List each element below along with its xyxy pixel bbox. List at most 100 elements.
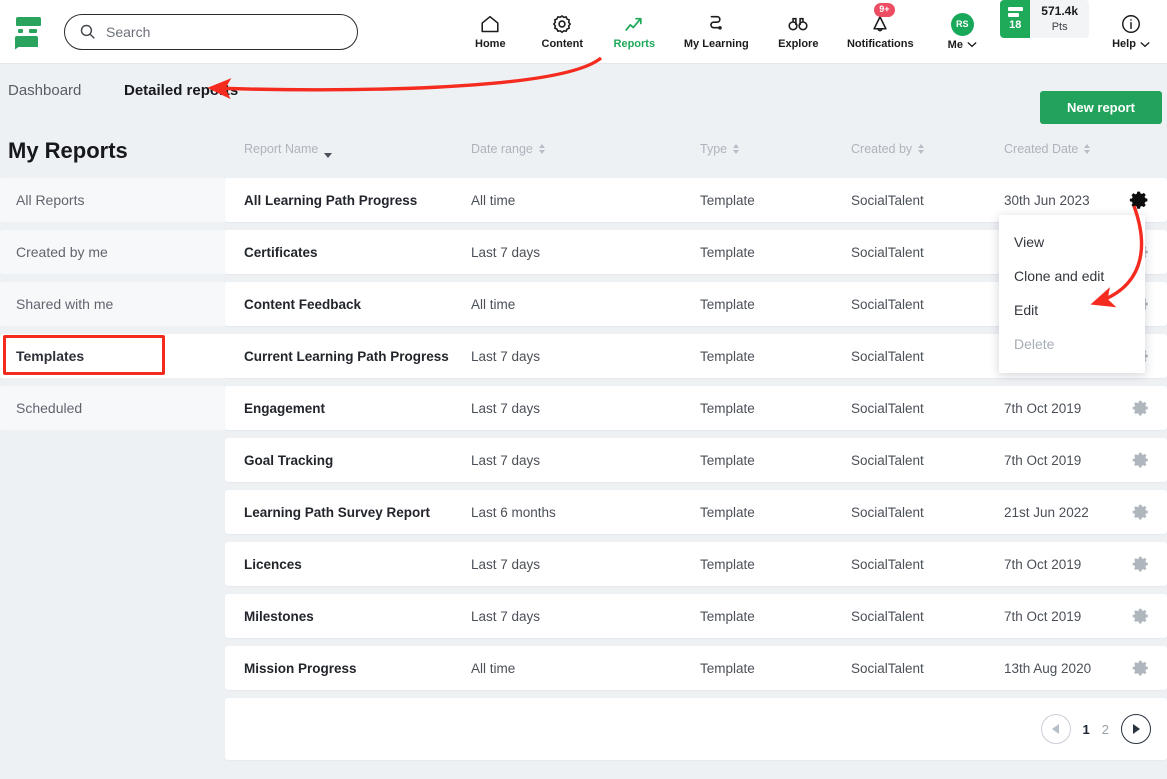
gear-icon[interactable] xyxy=(1129,190,1150,211)
menu-item-clone-and-edit[interactable]: Clone and edit xyxy=(999,259,1145,293)
pagination-prev-button[interactable] xyxy=(1040,714,1071,744)
points-widget[interactable]: 18 571.4k Pts xyxy=(1000,0,1089,38)
column-header-created-date[interactable]: Created Date xyxy=(1004,142,1091,156)
cell-created-by: SocialTalent xyxy=(851,608,924,624)
sidebar-item-templates[interactable]: Templates xyxy=(0,334,228,378)
cell-type: Template xyxy=(700,660,755,676)
row-actions-button[interactable] xyxy=(1132,503,1150,521)
page-title: My Reports xyxy=(8,138,128,163)
gear-icon[interactable] xyxy=(1132,555,1150,573)
nav-label-help: Help xyxy=(1112,38,1136,50)
table-row[interactable]: Licences Last 7 days Template SocialTalent 7… xyxy=(225,542,1167,586)
table-row[interactable]: Milestones Last 7 days Template SocialTalen… xyxy=(225,594,1167,638)
search-box[interactable] xyxy=(64,13,358,50)
table-row[interactable]: Mission Progress All time Template SocialTa… xyxy=(225,646,1167,690)
sidebar-item-created-by-me[interactable]: Created by me xyxy=(0,230,228,274)
nav-item-home[interactable]: Home xyxy=(454,0,526,64)
cell-type: Template xyxy=(700,192,755,208)
app-header: Home Content Reports My Learning xyxy=(0,0,1167,64)
row-actions-button[interactable] xyxy=(1132,555,1150,573)
cell-date-range: Last 7 days xyxy=(471,556,541,572)
level-icon xyxy=(1007,6,1023,19)
pagination-next-button[interactable] xyxy=(1121,714,1151,744)
menu-item-view[interactable]: View xyxy=(999,225,1145,259)
column-header-created-by[interactable]: Created by xyxy=(851,142,925,156)
new-report-button[interactable]: New report xyxy=(1040,91,1162,124)
gear-icon[interactable] xyxy=(1132,607,1150,625)
row-actions-button[interactable] xyxy=(1132,607,1150,625)
level-badge: 18 xyxy=(1000,0,1031,38)
sidebar-item-label: Templates xyxy=(16,348,85,364)
sidebar-item-label: Created by me xyxy=(16,244,108,260)
cell-report-name: Licences xyxy=(244,556,302,572)
cell-created-by: SocialTalent xyxy=(851,244,924,260)
row-actions-button[interactable] xyxy=(1132,451,1150,469)
row-actions-button[interactable] xyxy=(1129,190,1150,211)
row-actions-button[interactable] xyxy=(1132,399,1150,417)
pagination-page-1[interactable]: 1 xyxy=(1083,722,1090,737)
nav-item-help[interactable]: Help xyxy=(1095,0,1167,64)
cell-date-range: Last 7 days xyxy=(471,400,541,416)
menu-item-edit[interactable]: Edit xyxy=(999,293,1145,327)
row-actions-button[interactable] xyxy=(1132,659,1150,677)
cell-report-name: Current Learning Path Progress xyxy=(244,348,449,364)
sidebar-item-scheduled[interactable]: Scheduled xyxy=(0,386,228,430)
cell-created-by: SocialTalent xyxy=(851,556,924,572)
nav-item-content[interactable]: Content xyxy=(526,0,598,64)
column-header-report-name[interactable]: Report Name xyxy=(244,142,333,158)
cell-type: Template xyxy=(700,400,755,416)
table-row[interactable]: Learning Path Survey Report Last 6 months… xyxy=(225,490,1167,534)
cell-type: Template xyxy=(700,504,755,520)
nav-item-notifications[interactable]: 9+ Notifications xyxy=(834,0,926,64)
points-value: 571.4k xyxy=(1041,4,1078,18)
subnav: Dashboard Detailed reports xyxy=(0,64,1167,128)
gear-icon[interactable] xyxy=(1132,503,1150,521)
nav-item-my-learning[interactable]: My Learning xyxy=(670,0,762,64)
cell-date-range: Last 7 days xyxy=(471,608,541,624)
nav-label-content: Content xyxy=(541,38,584,50)
cell-created-date: 7th Oct 2019 xyxy=(1004,556,1082,572)
cell-date-range: Last 6 months xyxy=(471,504,556,520)
triangle-right-icon xyxy=(1132,724,1140,734)
cell-report-name: Milestones xyxy=(244,608,314,624)
cell-report-name: Mission Progress xyxy=(244,660,357,676)
cell-created-date: 30th Jun 2023 xyxy=(1004,192,1090,208)
tab-dashboard[interactable]: Dashboard xyxy=(8,82,81,99)
gear-icon[interactable] xyxy=(1132,399,1150,417)
nav-item-me[interactable]: RS Me xyxy=(926,0,998,64)
search-input[interactable] xyxy=(106,23,343,40)
cell-type: Template xyxy=(700,244,755,260)
table-row[interactable]: Goal Tracking Last 7 days Template SocialTa… xyxy=(225,438,1167,482)
sort-both-icon xyxy=(733,144,740,154)
cell-date-range: All time xyxy=(471,296,516,312)
cell-created-by: SocialTalent xyxy=(851,660,924,676)
column-label: Created by xyxy=(851,142,913,156)
sidebar-item-all-reports[interactable]: All Reports xyxy=(0,178,228,222)
sidebar-item-shared-with-me[interactable]: Shared with me xyxy=(0,282,228,326)
pagination-page-2[interactable]: 2 xyxy=(1102,722,1109,737)
nav-item-explore[interactable]: Explore xyxy=(762,0,834,64)
cell-created-by: SocialTalent xyxy=(851,192,924,208)
points-unit: Pts xyxy=(1051,21,1068,33)
app-logo[interactable] xyxy=(0,0,56,64)
gear-icon[interactable] xyxy=(1132,451,1150,469)
column-header-type[interactable]: Type xyxy=(700,142,740,156)
tab-detailed-reports[interactable]: Detailed reports xyxy=(124,82,238,99)
cell-created-by: SocialTalent xyxy=(851,348,924,364)
binoculars-icon xyxy=(788,17,808,31)
column-header-date-range[interactable]: Date range xyxy=(471,142,545,156)
cell-created-date: 13th Aug 2020 xyxy=(1004,660,1092,676)
cell-created-by: SocialTalent xyxy=(851,400,924,416)
column-label: Type xyxy=(700,142,728,156)
cell-date-range: Last 7 days xyxy=(471,348,541,364)
cell-created-by: SocialTalent xyxy=(851,296,924,312)
table-row[interactable]: Engagement Last 7 days Template SocialTalen… xyxy=(225,386,1167,430)
cell-created-date: 21st Jun 2022 xyxy=(1004,504,1089,520)
pagination: 12 xyxy=(1040,714,1151,744)
cell-report-name: Goal Tracking xyxy=(244,452,334,468)
chevron-down-icon xyxy=(967,42,977,48)
gear-icon[interactable] xyxy=(1132,659,1150,677)
nav-item-reports[interactable]: Reports xyxy=(598,0,670,64)
cell-created-by: SocialTalent xyxy=(851,452,924,468)
sidebar-item-label: Shared with me xyxy=(16,296,114,312)
